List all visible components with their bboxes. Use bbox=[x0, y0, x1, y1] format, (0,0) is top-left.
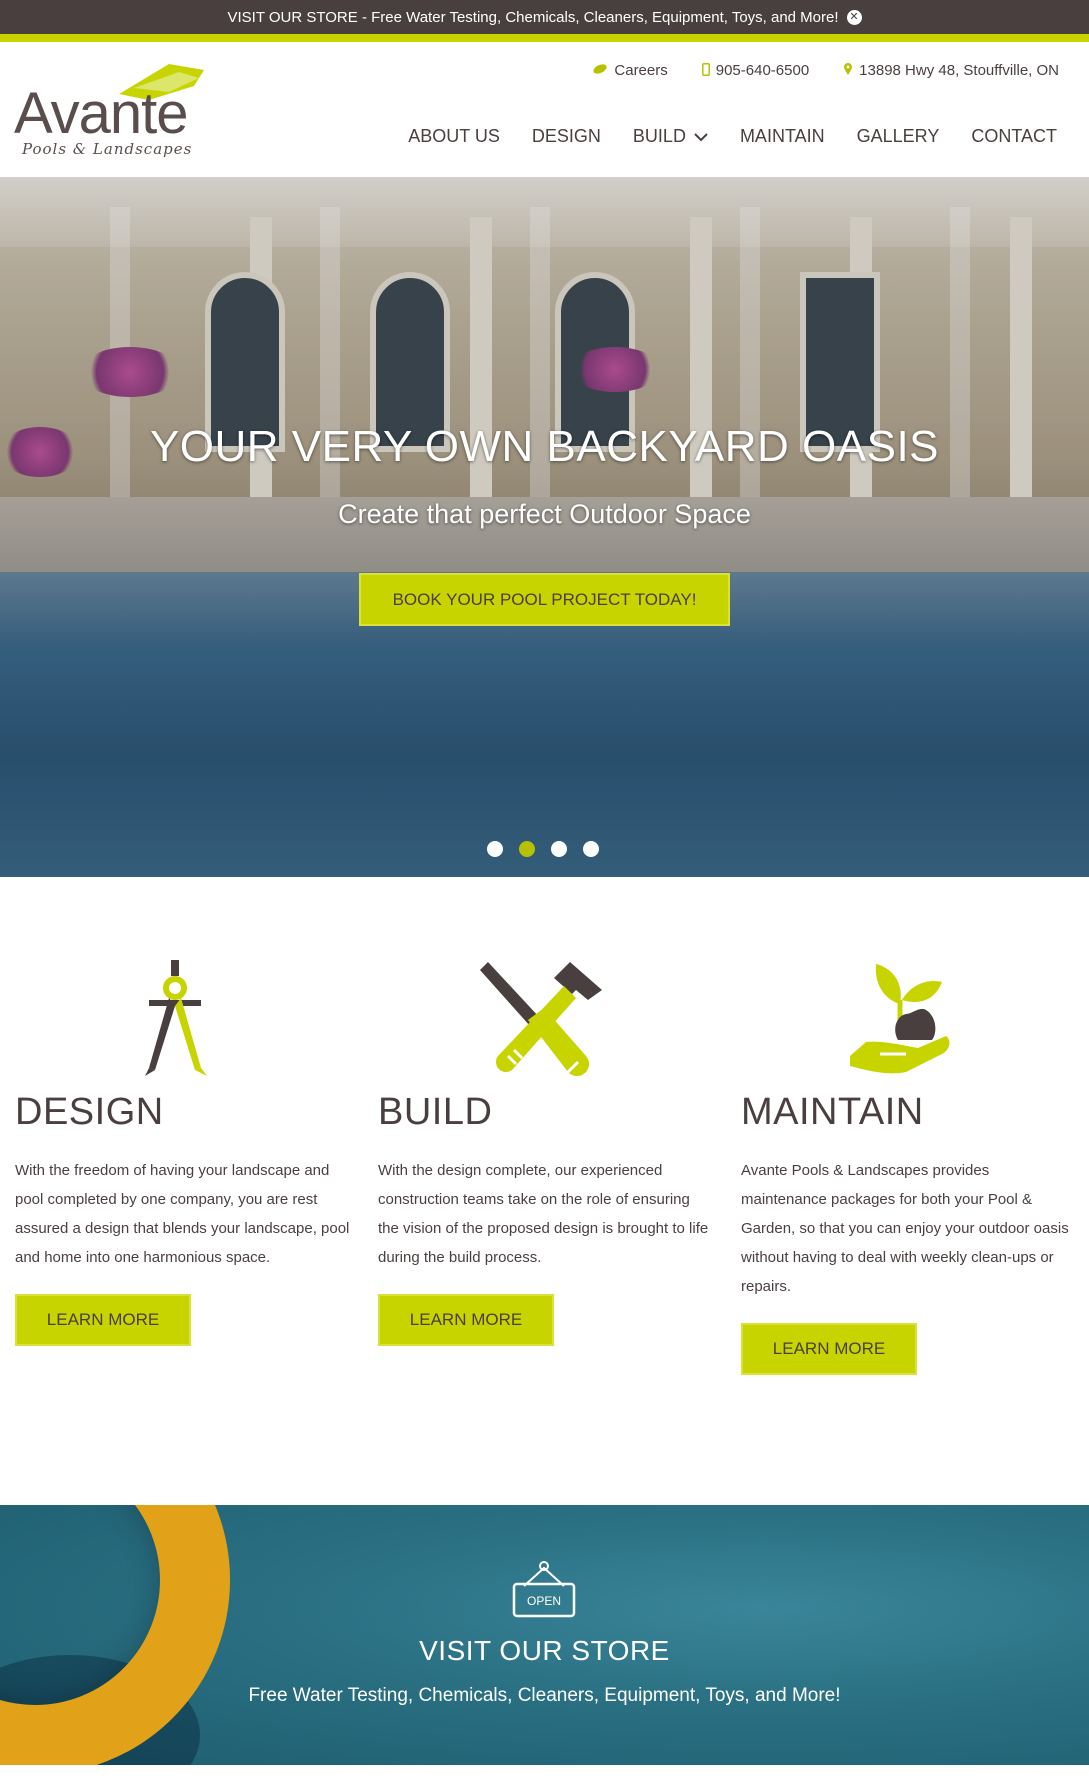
plant-hand-icon bbox=[741, 960, 1061, 1085]
phone-label: 905-640-6500 bbox=[715, 62, 810, 79]
careers-label: Careers bbox=[614, 62, 668, 79]
phone-link[interactable]: 905-640-6500 bbox=[701, 62, 810, 79]
open-sign-text: OPEN bbox=[527, 1594, 561, 1608]
visit-store-section: OPEN VISIT OUR STORE Free Water Testing,… bbox=[0, 1505, 1089, 1765]
nav-design[interactable]: DESIGN bbox=[532, 126, 601, 147]
service-maintain: MAINTAIN Avante Pools & Landscapes provi… bbox=[741, 960, 1081, 1375]
logo[interactable]: Avante Pools & Landscapes bbox=[14, 58, 224, 158]
address-link[interactable]: 13898 Hwy 48, Stouffville, ON bbox=[843, 62, 1059, 79]
learn-more-design-button[interactable]: LEARN MORE bbox=[15, 1294, 191, 1346]
mobile-phone-icon bbox=[701, 62, 710, 79]
close-icon[interactable]: ✕ bbox=[846, 9, 862, 25]
nav-build[interactable]: BUILD bbox=[633, 126, 708, 147]
slider-dot-4[interactable] bbox=[583, 841, 599, 857]
nav-contact[interactable]: CONTACT bbox=[971, 126, 1057, 147]
utility-links: Careers 905-640-6500 13898 Hwy 48, Stouf… bbox=[592, 62, 1059, 79]
map-pin-icon bbox=[843, 62, 853, 79]
announcement-bar: VISIT OUR STORE - Free Water Testing, Ch… bbox=[0, 0, 1089, 34]
hero-title: YOUR VERY OWN BACKYARD OASIS bbox=[149, 422, 940, 471]
store-description: Free Water Testing, Chemicals, Cleaners,… bbox=[248, 1685, 841, 1706]
slider-dot-2[interactable] bbox=[519, 841, 535, 857]
hero-slider[interactable]: YOUR VERY OWN BACKYARD OASIS Create that… bbox=[0, 177, 1089, 877]
careers-link[interactable]: Careers bbox=[592, 62, 668, 79]
nav-maintain[interactable]: MAINTAIN bbox=[740, 126, 825, 147]
learn-more-build-button[interactable]: LEARN MORE bbox=[378, 1294, 554, 1346]
leaf-icon bbox=[592, 63, 608, 78]
slider-dot-3[interactable] bbox=[551, 841, 567, 857]
service-title: DESIGN bbox=[15, 1091, 164, 1133]
book-project-button[interactable]: BOOK YOUR POOL PROJECT TODAY! bbox=[359, 573, 730, 626]
address-label: 13898 Hwy 48, Stouffville, ON bbox=[859, 62, 1059, 79]
tools-icon bbox=[378, 960, 698, 1085]
logo-wordmark: Avante bbox=[14, 81, 189, 146]
learn-more-maintain-button[interactable]: LEARN MORE bbox=[741, 1323, 917, 1375]
slider-dot-1[interactable] bbox=[487, 841, 503, 857]
service-title: MAINTAIN bbox=[741, 1091, 924, 1133]
chevron-down-icon bbox=[694, 126, 708, 147]
nav-build-label: BUILD bbox=[632, 126, 686, 146]
open-sign-icon: OPEN bbox=[512, 1561, 576, 1618]
service-design: DESIGN With the freedom of having your l… bbox=[15, 960, 355, 1346]
hero-subtitle: Create that perfect Outdoor Space bbox=[338, 499, 751, 529]
service-body: With the design complete, our experience… bbox=[378, 1162, 709, 1266]
site-header: Avante Pools & Landscapes Careers 905-64… bbox=[0, 42, 1089, 177]
compass-icon bbox=[15, 960, 335, 1085]
nav-about[interactable]: ABOUT US bbox=[408, 126, 500, 147]
nav-gallery[interactable]: GALLERY bbox=[857, 126, 940, 147]
slider-dots bbox=[487, 841, 599, 857]
service-body: With the freedom of having your landscap… bbox=[15, 1162, 350, 1266]
service-build: BUILD With the design complete, our expe… bbox=[378, 960, 718, 1346]
accent-line bbox=[0, 34, 1089, 42]
main-nav: ABOUT US DESIGN BUILD MAINTAIN GALLERY C… bbox=[408, 126, 1057, 147]
service-body: Avante Pools & Landscapes provides maint… bbox=[741, 1162, 1069, 1295]
store-title: VISIT OUR STORE bbox=[419, 1635, 670, 1666]
logo-tagline: Pools & Landscapes bbox=[22, 140, 193, 158]
announcement-text[interactable]: VISIT OUR STORE - Free Water Testing, Ch… bbox=[227, 9, 838, 26]
service-title: BUILD bbox=[378, 1091, 493, 1133]
